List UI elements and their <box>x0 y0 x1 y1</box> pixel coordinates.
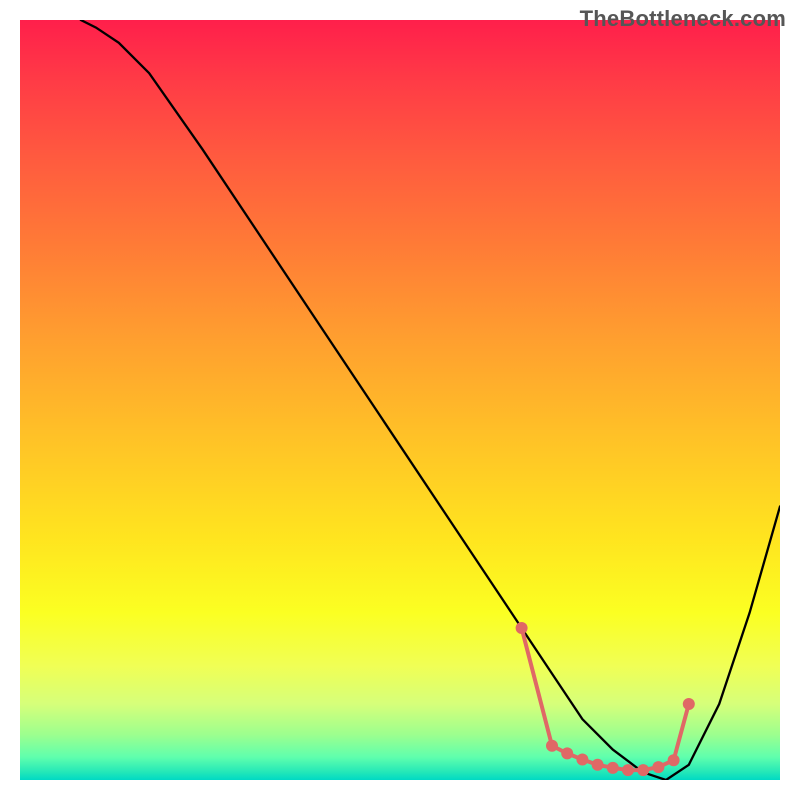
chart-svg <box>20 20 780 780</box>
optimal-dot <box>607 762 619 774</box>
optimal-range-curve <box>522 628 689 770</box>
optimal-range-dots <box>516 622 695 776</box>
optimal-dot <box>561 747 573 759</box>
plot-area <box>20 20 780 780</box>
optimal-dot <box>683 698 695 710</box>
optimal-dot <box>637 764 649 776</box>
optimal-dot <box>576 753 588 765</box>
optimal-dot <box>592 759 604 771</box>
optimal-dot <box>546 740 558 752</box>
optimal-dot <box>516 622 528 634</box>
watermark-label: TheBottleneck.com <box>580 6 786 32</box>
chart-container: TheBottleneck.com <box>0 0 800 800</box>
bottleneck-curve <box>81 20 780 780</box>
optimal-dot <box>622 764 634 776</box>
optimal-dot <box>668 754 680 766</box>
optimal-dot <box>652 761 664 773</box>
